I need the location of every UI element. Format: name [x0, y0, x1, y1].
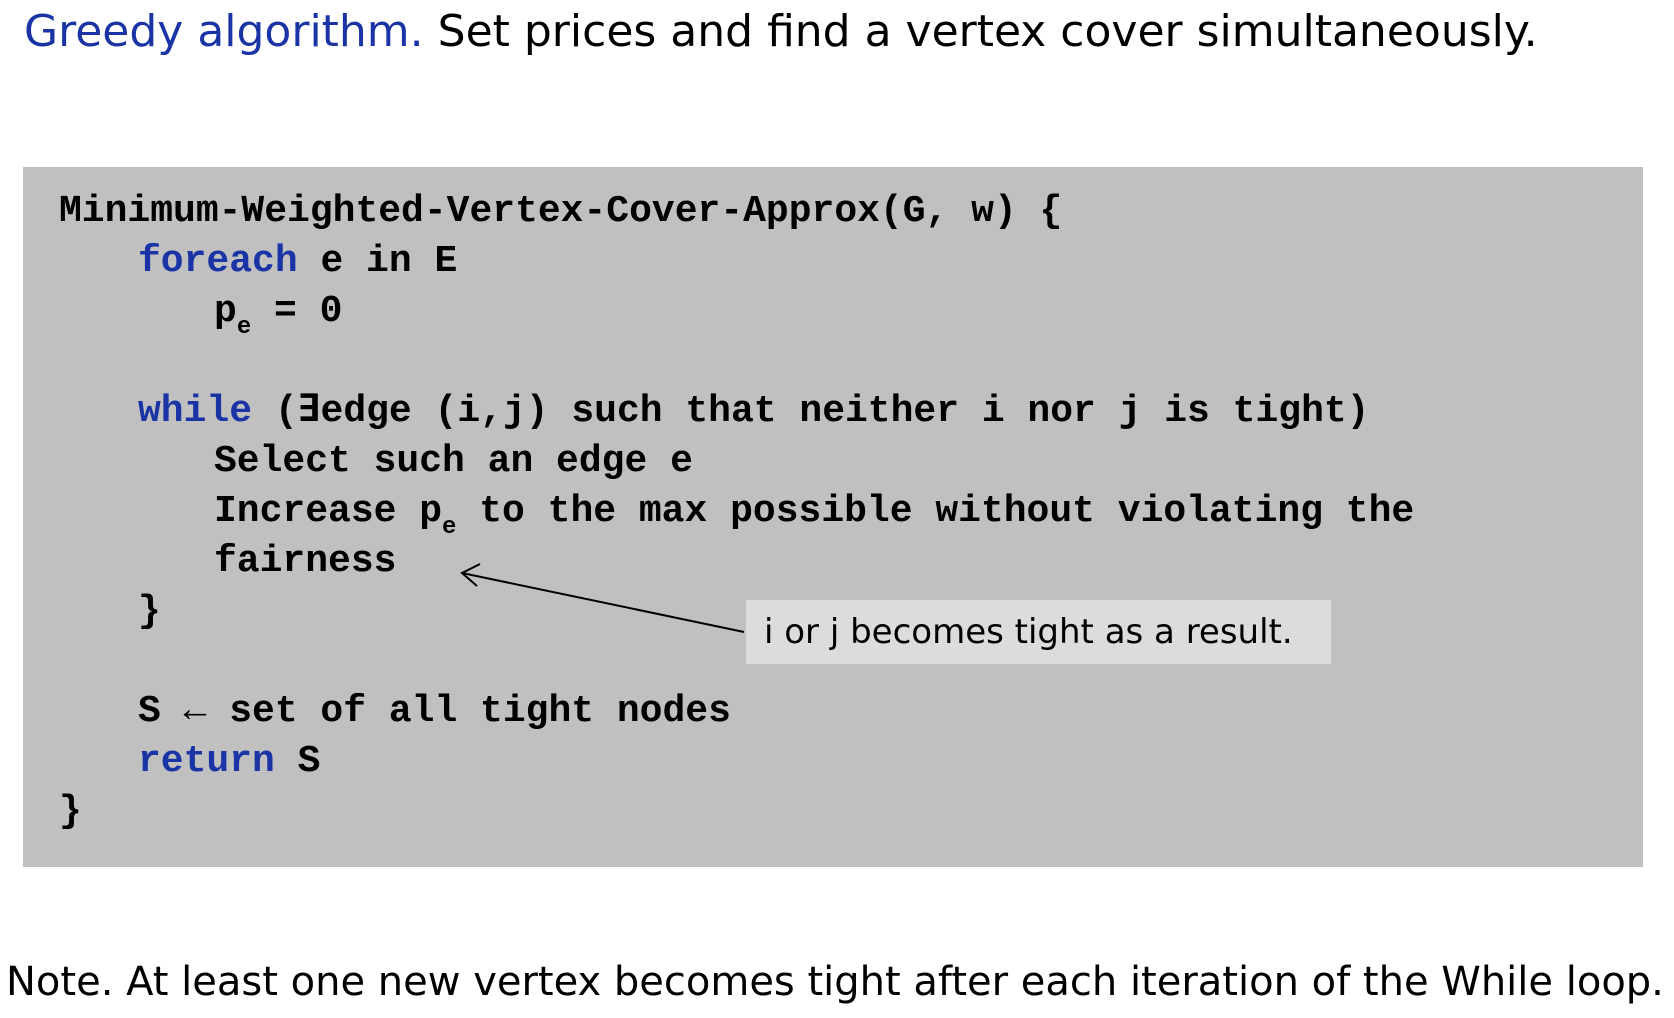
keyword-while: while [138, 390, 253, 433]
code-signature: Minimum-Weighted-Vertex-Cover-Approx(G, … [59, 190, 1063, 233]
code-increase-line: Increase pe to the max possible without … [214, 487, 1415, 541]
code-close-while: } [138, 590, 161, 633]
increase-pre: Increase p [214, 490, 443, 533]
footnote: Note. At least one new vertex becomes ti… [6, 959, 1664, 1005]
foreach-rest: e in E [297, 240, 458, 283]
code-while-line: while (∃edge (i,j) such that neither i n… [138, 387, 1370, 437]
price-symbol: p [214, 290, 237, 333]
price-subscript: e [236, 314, 252, 341]
code-foreach-line: foreach e in E [138, 237, 457, 287]
code-return-line: return S [138, 737, 320, 787]
callout-box: i or j becomes tight as a result. [746, 600, 1331, 664]
code-fairness-line: fairness [214, 540, 397, 583]
keyword-return: return [138, 740, 275, 783]
while-condition: (∃edge (i,j) such that neither i nor j i… [252, 390, 1370, 433]
return-rest: S [274, 740, 321, 783]
pe-init-rest: = 0 [251, 290, 343, 333]
pseudocode-box: Minimum-Weighted-Vertex-Cover-Approx(G, … [23, 167, 1643, 867]
code-pe-init-line: pe = 0 [214, 287, 343, 341]
title-rest: Set prices and find a vertex cover simul… [423, 6, 1538, 57]
code-close-function: } [59, 790, 82, 833]
increase-subscript: e [442, 514, 457, 541]
code-set-line: S ← set of all tight nodes [138, 690, 731, 733]
title-accent: Greedy algorithm. [24, 6, 424, 57]
code-select-line: Select such an edge e [214, 440, 693, 483]
increase-rest: to the max possible without violating th… [456, 490, 1415, 533]
slide-title: Greedy algorithm. Set prices and find a … [24, 0, 1538, 64]
keyword-foreach: foreach [138, 240, 298, 283]
